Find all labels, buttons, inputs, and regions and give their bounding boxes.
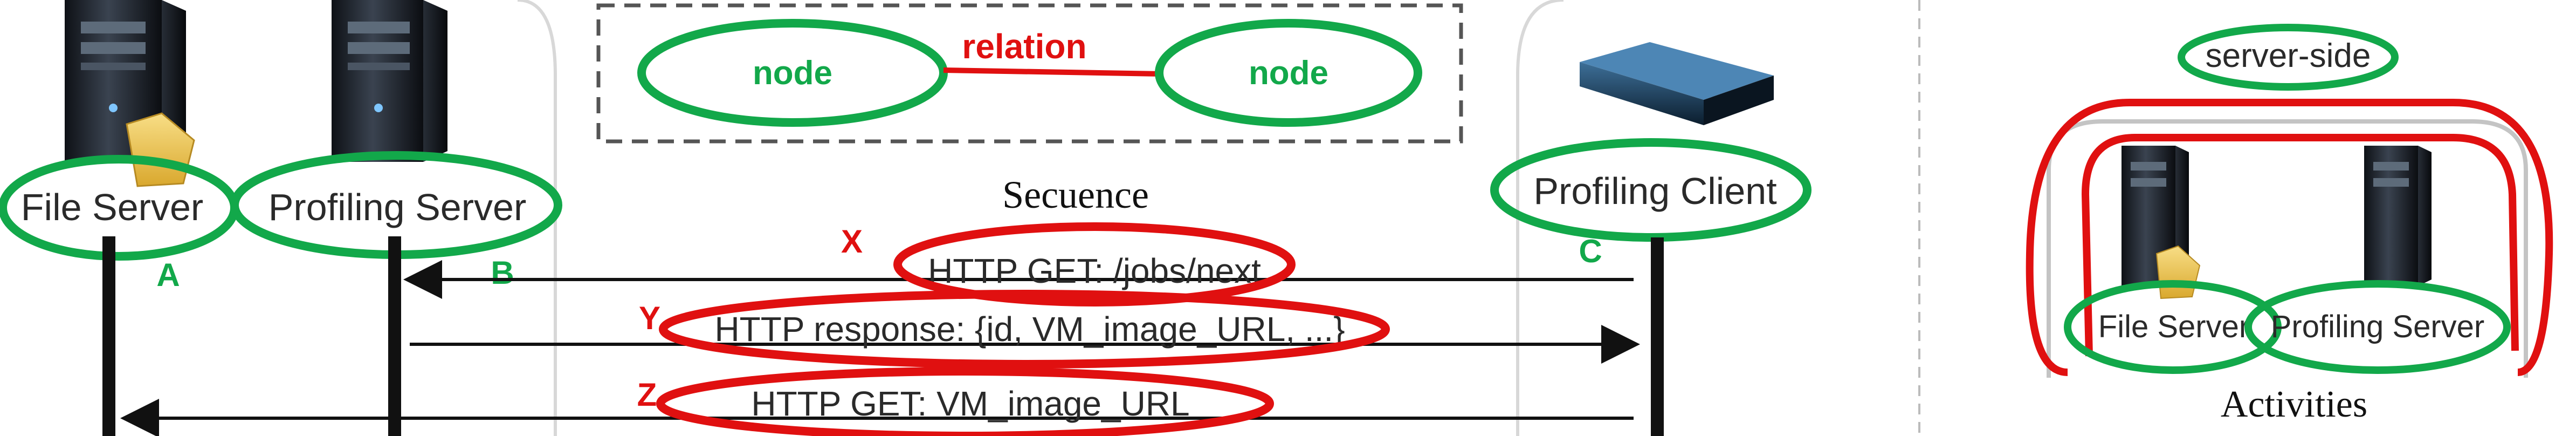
legend-node-right-label: node: [1249, 54, 1328, 92]
actor-profiling-client-label: Profiling Client: [1533, 170, 1776, 212]
server-tower-icon: [332, 0, 447, 162]
actor-file-server-label: File Server: [21, 186, 203, 228]
message-z-label: HTTP GET: VM_image_URL: [751, 384, 1189, 423]
diagram-canvas: node relation node Secuence File Server …: [0, 0, 2553, 436]
client-device-icon: [1580, 42, 1774, 125]
activities-title: Activities: [2221, 384, 2367, 425]
marker-b: B: [491, 255, 514, 291]
lifeline-profiling-client: [1651, 237, 1664, 436]
message-y-label: HTTP response: {id, VM_image_URL, ...}: [714, 310, 1345, 349]
legend-relation-line: [943, 67, 1162, 77]
marker-a: A: [156, 257, 180, 293]
legend-relation-label: relation: [962, 27, 1086, 66]
activities-group-label: server-side: [2206, 37, 2371, 74]
activities-file-server-label: File Server: [2098, 309, 2249, 344]
activities-profiling-server-label: Profiling Server: [2271, 309, 2484, 344]
message-x-label: HTTP GET: /jobs/next: [928, 251, 1261, 290]
lifeline-profiling-server: [388, 236, 401, 436]
folder-icon: [2155, 245, 2201, 299]
server-tower-icon: [2364, 146, 2432, 286]
marker-c: C: [1579, 233, 1602, 269]
actor-profiling-server-label: Profiling Server: [268, 186, 527, 228]
lifeline-file-server: [102, 236, 115, 436]
sequence-title: Secuence: [1002, 173, 1149, 216]
message-x-marker: X: [841, 223, 863, 260]
legend-node-left-label: node: [753, 54, 832, 92]
message-z-marker: Z: [637, 377, 657, 413]
message-y-marker: Y: [639, 300, 660, 336]
